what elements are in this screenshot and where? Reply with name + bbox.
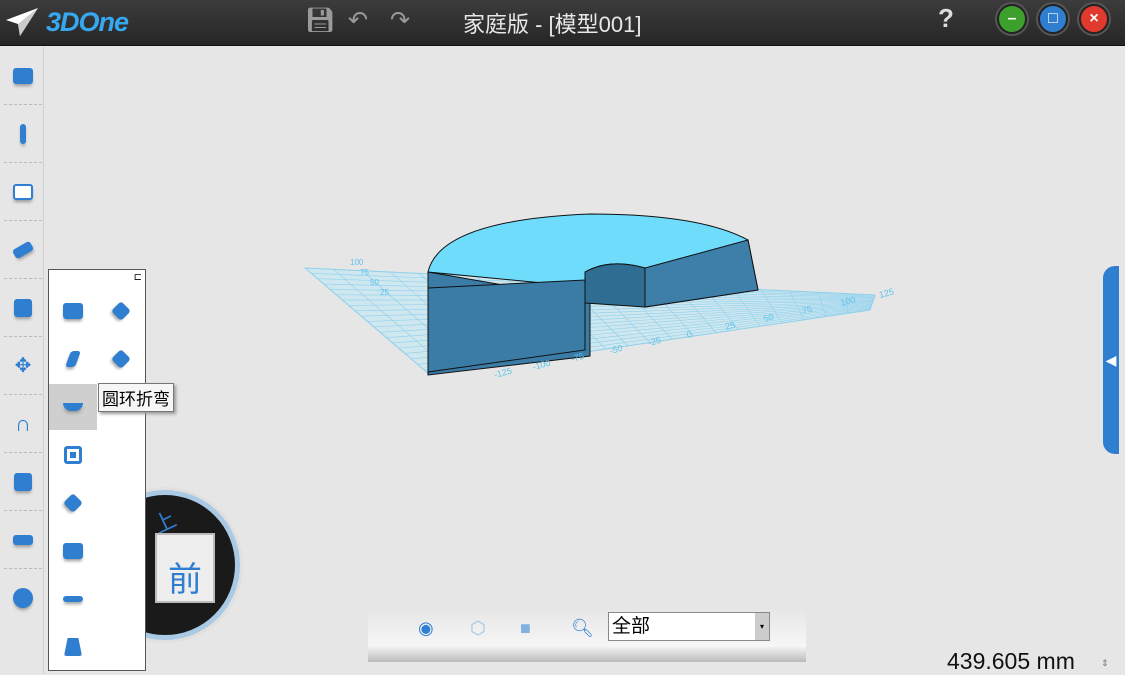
move-tool[interactable]: ✥ (4, 337, 42, 395)
twist-tool[interactable] (49, 336, 97, 382)
x-axis-label: -25 (647, 335, 662, 348)
wrap-icon (111, 301, 131, 321)
draft-tool[interactable] (49, 576, 97, 622)
sphere-icon (13, 588, 33, 608)
wrap-tool[interactable] (97, 288, 145, 334)
peel-icon (63, 493, 83, 513)
pen-icon (20, 123, 26, 144)
eye-icon[interactable]: ◉ (418, 618, 434, 639)
feature-flyout: ⊏ (48, 269, 146, 671)
shaded-cube-icon[interactable]: ■ (520, 618, 531, 639)
left-toolbar: ✥ ∩ (0, 47, 44, 674)
filter-value: 全部 (612, 616, 651, 637)
help-button[interactable]: ? (938, 3, 954, 34)
y-axis-label: 75 (360, 268, 369, 277)
primitives-icon (13, 67, 33, 84)
peel-tool[interactable] (49, 480, 97, 526)
bend-tool[interactable] (97, 336, 145, 382)
redo-icon[interactable]: ↷ (390, 6, 410, 35)
taper-tool[interactable] (49, 624, 97, 670)
sketch-edit-tool[interactable] (4, 163, 42, 221)
view-cube-front[interactable]: 前 (155, 533, 215, 603)
spin-icon[interactable]: ⇕ (1101, 658, 1109, 669)
square-icon (13, 183, 33, 200)
dropdown-arrow-icon[interactable]: ▾ (755, 613, 769, 640)
zoom-fit-icon[interactable]: 🔍︎ (571, 618, 594, 639)
taper-icon (64, 638, 82, 656)
primitives-tool[interactable] (4, 47, 42, 105)
bend-icon (111, 349, 131, 369)
x-axis-label: -125 (493, 366, 513, 380)
embed-tool[interactable] (49, 432, 97, 478)
minimize-button[interactable]: – (997, 4, 1027, 34)
save-icon[interactable]: 💾︎ (305, 6, 335, 35)
combine-tool[interactable]: ∩ (4, 395, 42, 453)
torus-bend-tool[interactable] (49, 384, 97, 430)
measure-tool[interactable] (4, 511, 42, 569)
x-axis-label: -75 (570, 351, 585, 364)
x-axis-label: 125 (878, 286, 895, 300)
embed-icon (64, 446, 82, 464)
paper-plane-icon (6, 8, 38, 36)
material-tool[interactable] (4, 569, 42, 627)
feature-tool[interactable] (4, 221, 42, 279)
tooltip: 圆环折弯 (98, 383, 174, 412)
pattern-tool[interactable] (4, 453, 42, 511)
title-bar: 3DOne 💾︎ ↶ ↷ 家庭版 - [模型001] ? – □ × (0, 0, 1125, 46)
draft-icon (63, 596, 83, 602)
special-feature-tool[interactable] (4, 279, 42, 337)
maximize-button[interactable]: □ (1038, 4, 1068, 34)
shell-tool[interactable] (49, 288, 97, 334)
ruler-icon (13, 534, 33, 545)
split-tool[interactable] (49, 528, 97, 574)
twist-icon (65, 351, 81, 367)
pin-icon[interactable]: ⊏ (134, 272, 142, 283)
sketch-tool[interactable] (4, 105, 42, 163)
filter-select[interactable]: 全部 ▾ (608, 612, 770, 641)
close-button[interactable]: × (1079, 4, 1109, 34)
logo-text: 3DOne (46, 6, 129, 37)
y-axis-label: 100 (350, 258, 364, 267)
undo-icon[interactable]: ↶ (348, 6, 368, 35)
x-axis-label: -50 (608, 343, 623, 356)
cube-icon (14, 298, 32, 317)
scale-readout: 439.605 mm (947, 648, 1075, 674)
chevron-left-icon: ◀ (1105, 351, 1117, 368)
y-axis-label: 25 (380, 288, 389, 297)
split-icon (63, 543, 83, 559)
logo: 3DOne (4, 6, 129, 38)
box-icon (14, 472, 32, 491)
move-arrows-icon: ✥ (14, 355, 32, 377)
window-title: 家庭版 - [模型001] (463, 12, 642, 37)
magnet-icon: ∩ (15, 410, 31, 436)
view-toolbar: ◉ ⬡ ■ 🔍︎ 全部 ▾ (368, 608, 806, 662)
eraser-icon (11, 240, 35, 259)
y-axis-label: 50 (370, 278, 379, 287)
wireframe-cube-icon[interactable]: ⬡ (470, 618, 486, 639)
torus-bend-icon (63, 403, 83, 411)
3d-viewport[interactable]: -125-100-75-50-250255075100125 100755025 (300, 200, 900, 390)
right-panel-toggle[interactable]: ◀ (1103, 266, 1119, 454)
shell-icon (63, 303, 83, 319)
